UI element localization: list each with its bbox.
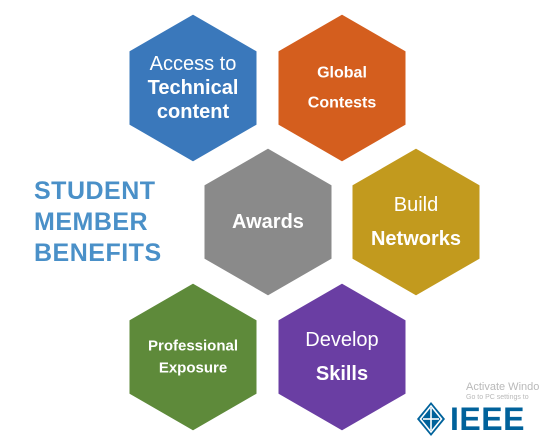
- hexagon-access-label-1: Access to: [150, 53, 237, 75]
- heading-line-1: STUDENT: [34, 177, 156, 205]
- hexagon-global-shape: [275, 11, 409, 165]
- hexagon-awards-label-1: Awards: [232, 211, 304, 233]
- hexagon-professional-shape: [126, 280, 260, 434]
- hexagon-access: Access toTechnicalcontent: [126, 11, 260, 165]
- hexagon-build: Build Networks: [349, 145, 483, 299]
- hexagon-develop-label-1: Develop: [305, 329, 378, 351]
- hexagon-awards: Awards: [201, 145, 335, 299]
- hexagon-global-label-2: Contests: [308, 95, 377, 112]
- hexagon-access-label-3: content: [157, 101, 230, 123]
- hexagon-develop-shape: [275, 280, 409, 434]
- hexagon-build-label-2: Networks: [371, 228, 461, 250]
- ieee-kite-icon: [417, 402, 445, 436]
- heading-line-3: BENEFITS: [34, 239, 162, 267]
- hexagon-global: Global Contests: [275, 11, 409, 165]
- hexagon-develop-label-2: Skills: [316, 363, 368, 385]
- hexagon-develop: Develop Skills: [275, 280, 409, 434]
- ieee-wordmark: IEEE: [450, 401, 525, 437]
- hexagon-professional: Professional Exposure: [126, 280, 260, 434]
- slide: Access to Technical content Global Contests A…: [0, 0, 544, 448]
- student-member-benefits-heading: STUDENT MEMBER BENEFITS: [34, 176, 162, 269]
- watermark-line-1: Activate Windo: [466, 381, 540, 393]
- hexagon-build-shape: [349, 145, 483, 299]
- hexagon-build-label-1: Build: [394, 194, 438, 216]
- hexagon-access-label-2: Technical: [148, 77, 239, 99]
- hexagon-professional-label-2: Exposure: [159, 360, 227, 377]
- hexagon-global-label-1: Global: [317, 65, 367, 82]
- hexagon-professional-label-1: Professional: [148, 338, 238, 355]
- ieee-logo: IEEE: [414, 399, 540, 439]
- heading-line-2: MEMBER: [34, 208, 149, 236]
